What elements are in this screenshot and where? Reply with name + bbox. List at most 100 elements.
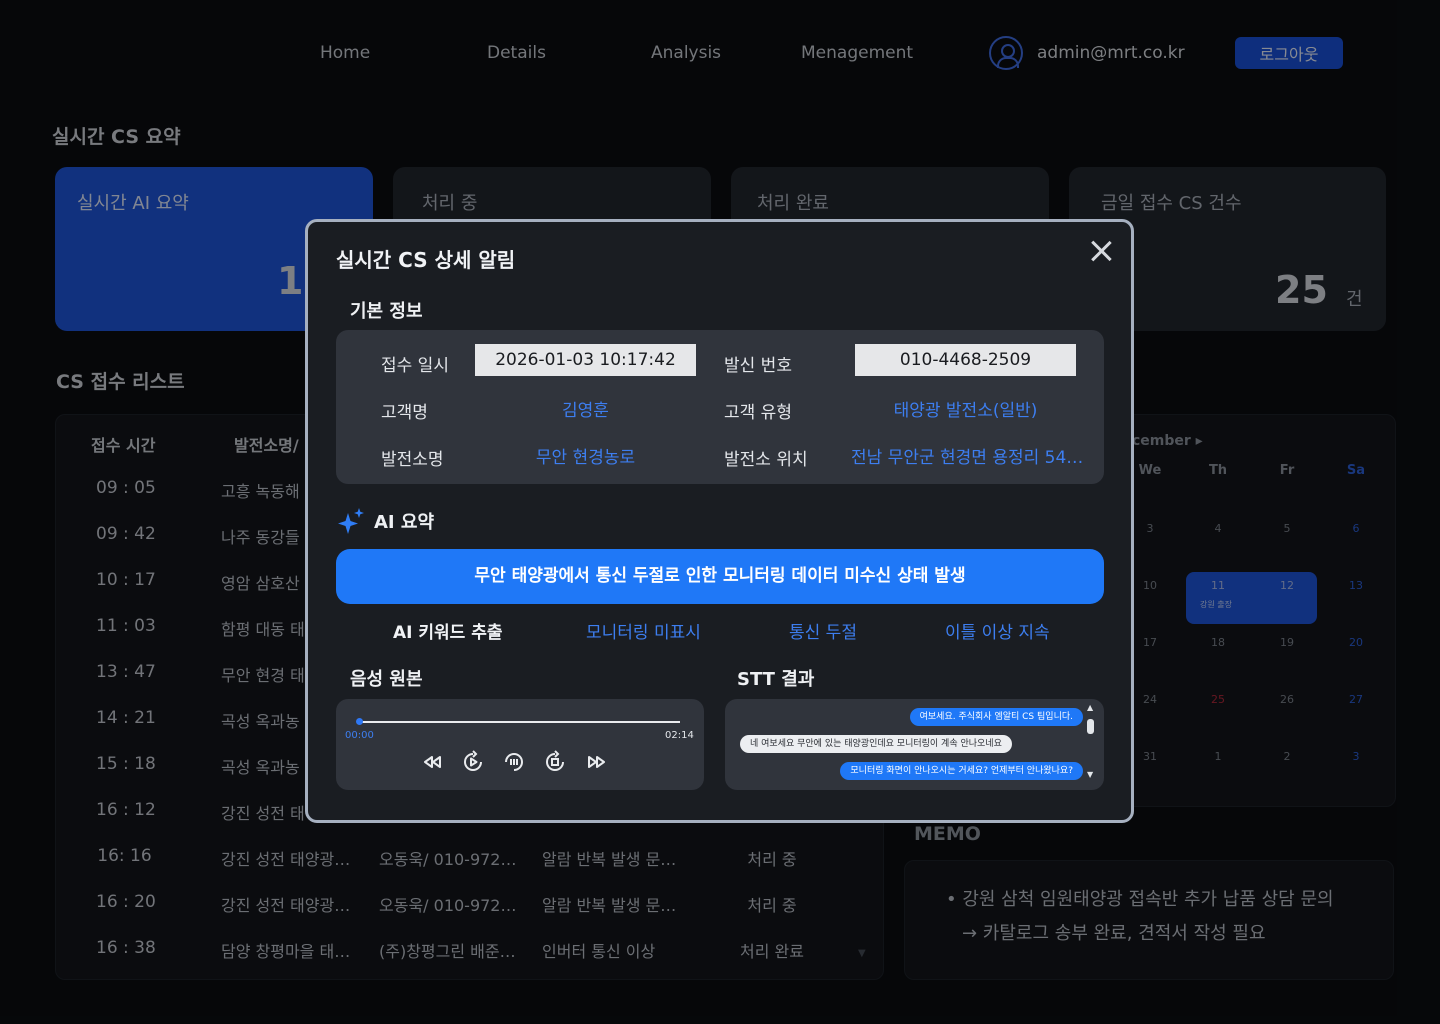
card-unit: 건 [1346,289,1363,310]
logout-button[interactable]: 로그아웃 [1235,37,1343,69]
nav-analysis[interactable]: Analysis [651,43,721,63]
row-plant: 담양 창평마을 태… [221,942,351,961]
row-time: 16 : 38 [96,938,156,958]
basic-info-title: 기본 정보 [350,301,423,322]
card-label: 처리 완료 [757,193,829,214]
close-icon[interactable] [1086,236,1116,266]
card-value: 25 [1275,268,1328,312]
cs-list-title: CS 접수 리스트 [56,371,185,393]
row-plant: 나주 동강들 [221,528,300,547]
keyword-chip[interactable]: 모니터링 미표시 [586,618,701,643]
row-time: 14 : 21 [96,708,156,728]
type-label: 고객 유형 [724,403,792,423]
user-email: admin@mrt.co.kr [1037,43,1185,63]
calendar-day[interactable]: 5 [1267,522,1307,535]
calendar-day[interactable]: 13 [1336,579,1376,592]
play-icon[interactable] [461,750,485,774]
received-label: 접수 일시 [381,356,449,376]
card-value: 1 [277,259,304,303]
type-value[interactable]: 태양광 발전소(일반) [855,396,1076,421]
customer-value[interactable]: 김영훈 [475,396,696,421]
row-status: 처리 중 [747,896,797,915]
row-time: 09 : 05 [96,478,156,498]
calendar-weekday: Th [1208,463,1228,478]
calendar-day[interactable]: 2 [1267,750,1307,763]
cs-detail-modal: 실시간 CS 상세 알림 기본 정보 접수 일시 2026-01-03 10:1… [305,219,1134,823]
audio-progress-track[interactable] [358,721,680,723]
calendar-weekday: We [1138,463,1162,478]
plant-value[interactable]: 무안 현경농로 [475,443,696,468]
row-time: 16: 16 [97,846,152,866]
calendar-day[interactable]: 26 [1267,693,1307,706]
row-plant: 영암 삼호산 [221,574,300,593]
audio-progress-thumb[interactable] [356,718,363,725]
plant-label: 발전소명 [381,450,444,470]
calendar-day[interactable]: 6 [1336,522,1376,535]
header-time: 접수 시간 [91,436,156,455]
calendar-day[interactable]: 19 [1267,636,1307,649]
nav-home[interactable]: Home [320,43,370,63]
keyword-chip[interactable]: 이틀 이상 지속 [945,618,1050,643]
calendar-day[interactable]: 25 [1198,693,1238,706]
row-status: 처리 중 [747,850,797,869]
nav-details[interactable]: Details [487,43,546,63]
row-customer: 오동욱/ 010-972… [379,896,517,915]
calendar-day[interactable]: 24 [1130,693,1170,706]
row-plant: 고흥 녹동해 [221,482,300,501]
row-time: 09 : 42 [96,524,156,544]
row-issue: 알람 반복 발생 문… [542,896,677,915]
top-nav: Home Details Analysis Menagement admin@m… [0,0,1440,106]
row-customer: 오동욱/ 010-972… [379,850,517,869]
calendar-day[interactable]: 1 [1198,750,1238,763]
pause-icon[interactable] [502,750,526,774]
audio-player: 00:00 02:14 [336,699,704,790]
memo-line: • 강원 삼척 임원태양광 접속반 추가 납품 상담 문의 [946,889,1334,910]
calendar-day[interactable]: 17 [1130,636,1170,649]
calendar-day[interactable]: 3 [1336,750,1376,763]
user-info: admin@mrt.co.kr [989,36,1185,70]
stt-scroll-down-icon[interactable]: ▼ [1087,770,1093,779]
card-label: 실시간 AI 요약 [77,193,189,214]
calendar-day[interactable]: 31 [1130,750,1170,763]
location-value[interactable]: 전남 무안군 현경면 용정리 54… [851,443,1083,468]
calendar-day[interactable]: 3 [1130,522,1170,535]
fast-forward-icon[interactable] [584,750,608,774]
list-scroll-down-icon[interactable]: ▼ [858,948,866,959]
calendar-day[interactable]: 18 [1198,636,1238,649]
stt-panel: 여보세요. 주식회사 엠알티 CS 팀입니다. 네 여보세요 무안에 있는 태양광… [725,699,1104,790]
calendar-weekday: Sa [1346,463,1366,478]
location-label: 발전소 위치 [724,450,808,470]
ai-summary-text: 무안 태양광에서 통신 두절로 인한 모니터링 데이터 미수신 상태 발생 [336,549,1104,604]
calendar-month-label[interactable]: cember ▸ [1132,433,1203,449]
stt-scroll-up-icon[interactable]: ▲ [1087,703,1093,712]
row-time: 13 : 47 [96,662,156,682]
nav-management[interactable]: Menagement [801,43,913,63]
calendar-day[interactable]: 12 [1267,579,1307,592]
caller-label: 발신 번호 [724,356,792,376]
user-avatar-icon[interactable] [989,36,1023,70]
calendar-day[interactable]: 20 [1336,636,1376,649]
ai-sparkle-icon [338,508,364,534]
caller-value: 010-4468-2509 [855,344,1076,376]
keyword-chip[interactable]: 통신 두절 [789,618,857,643]
row-plant: 함평 대동 태 [221,620,305,639]
memo-title: MEMO [914,823,981,845]
row-plant: 강진 성전 태양광… [221,896,351,915]
row-customer: (주)창평그린 배준… [379,942,516,961]
row-time: 16 : 20 [96,892,156,912]
row-plant: 곡성 옥과농 [221,712,300,731]
stt-scrollbar-thumb[interactable] [1087,719,1094,734]
row-status: 처리 완료 [740,942,804,961]
calendar-day[interactable]: 27 [1336,693,1376,706]
row-plant: 곡성 옥과농 [221,758,300,777]
memo-line: → 카탈로그 송부 완료, 견적서 작성 필요 [962,923,1266,944]
card-label: 처리 중 [422,193,478,214]
calendar-day[interactable]: 11 [1198,579,1238,592]
keywords-label: AI 키워드 추출 [393,623,503,643]
calendar-day[interactable]: 10 [1130,579,1170,592]
audio-title: 음성 원본 [350,669,423,690]
calendar-day[interactable]: 4 [1198,522,1238,535]
stop-icon[interactable] [543,750,567,774]
row-time: 15 : 18 [96,754,156,774]
rewind-icon[interactable] [421,750,445,774]
